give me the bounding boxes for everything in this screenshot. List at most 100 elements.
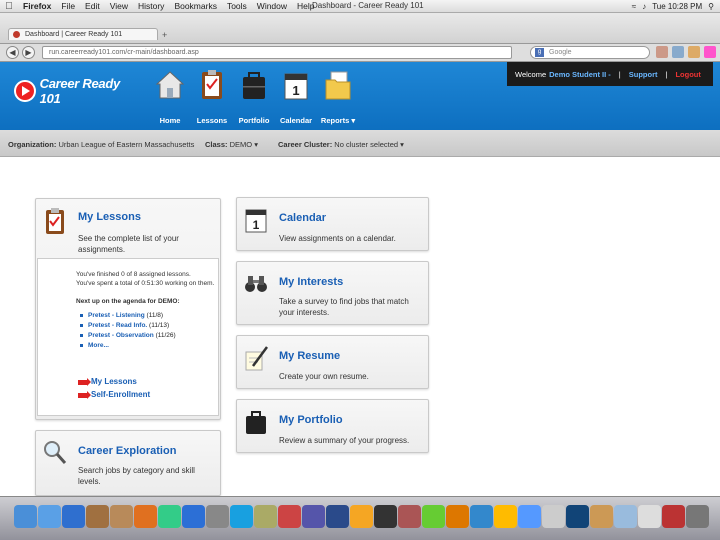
dock-app-icon[interactable]: [302, 505, 325, 528]
card-desc: Review a summary of your progress.: [279, 436, 410, 445]
dock-app-icon[interactable]: [518, 505, 541, 528]
dock-app-icon[interactable]: [182, 505, 205, 528]
forward-icon[interactable]: ▶: [22, 46, 35, 59]
bullet-icon: [80, 323, 83, 327]
menu-edit[interactable]: Edit: [80, 1, 105, 11]
class-select[interactable]: DEMO ▾: [230, 140, 258, 149]
menu-tools[interactable]: Tools: [222, 1, 252, 11]
clock[interactable]: Tue 10:28 PM: [652, 2, 702, 11]
tab-title: Dashboard | Career Ready 101: [25, 31, 123, 38]
agenda-item[interactable]: Pretest - Read Info. (11/13): [80, 321, 176, 331]
dock-app-icon[interactable]: [350, 505, 373, 528]
volume-icon[interactable]: ♪: [642, 2, 646, 11]
dock-app-icon[interactable]: [158, 505, 181, 528]
cluster-select[interactable]: No cluster selected ▾: [334, 140, 404, 149]
menu-file[interactable]: File: [56, 1, 80, 11]
self-enrollment-link[interactable]: Self-Enrollment: [78, 390, 150, 399]
menu-app[interactable]: Firefox: [18, 1, 56, 11]
dock-app-icon[interactable]: [686, 505, 709, 528]
agenda-date: (11/8): [146, 312, 164, 319]
nav-portfolio[interactable]: Portfolio: [232, 68, 276, 125]
dock-app-icon[interactable]: [278, 505, 301, 528]
card-title[interactable]: Career Exploration: [78, 445, 176, 457]
nav-reports[interactable]: Reports ▾: [316, 68, 360, 125]
card-title[interactable]: My Interests: [279, 276, 343, 288]
agenda-link[interactable]: Pretest - Observation: [88, 332, 154, 339]
dock-icons: [14, 505, 709, 528]
dock-app-icon[interactable]: [254, 505, 277, 528]
card-title[interactable]: My Resume: [279, 350, 340, 362]
dock-app-icon[interactable]: [110, 505, 133, 528]
welcome-bar: Welcome Demo Student II - | Support | Lo…: [507, 62, 713, 86]
card-title[interactable]: Calendar: [279, 212, 326, 224]
dock-app-icon[interactable]: [422, 505, 445, 528]
my-lessons-link-label: My Lessons: [91, 377, 137, 386]
dock-app-icon[interactable]: [398, 505, 421, 528]
agenda-list: Pretest - Listening (11/8) Pretest - Rea…: [80, 311, 176, 351]
dock-app-icon[interactable]: [494, 505, 517, 528]
agenda-link[interactable]: Pretest - Listening: [88, 312, 145, 319]
card-desc: See the complete list of your assignment…: [78, 234, 179, 254]
class-group[interactable]: Class: DEMO ▾: [205, 140, 258, 149]
dock-app-icon[interactable]: [542, 505, 565, 528]
welcome-label: Welcome: [515, 69, 547, 79]
card-desc: Take a survey to find jobs that match yo…: [279, 297, 409, 317]
briefcase-icon: [246, 411, 266, 434]
wifi-icon[interactable]: ≈: [632, 2, 636, 11]
dock-app-icon[interactable]: [662, 505, 685, 528]
menu-window[interactable]: Window: [252, 1, 292, 11]
agenda-item[interactable]: More...: [80, 341, 176, 351]
addon-icon[interactable]: [704, 46, 716, 58]
support-link[interactable]: Support: [629, 70, 658, 79]
agenda-item[interactable]: Pretest - Observation (11/26): [80, 331, 176, 341]
dock-app-icon[interactable]: [374, 505, 397, 528]
dock-app-icon[interactable]: [38, 505, 61, 528]
nav-lessons[interactable]: Lessons: [190, 68, 234, 125]
dock-app-icon[interactable]: [326, 505, 349, 528]
nav-home[interactable]: Home: [148, 68, 192, 125]
clipboard-icon: [46, 208, 64, 234]
menu-bookmarks[interactable]: Bookmarks: [169, 1, 222, 11]
dock-app-icon[interactable]: [590, 505, 613, 528]
nav-calendar[interactable]: 1 Calendar: [274, 68, 318, 125]
addon-icon[interactable]: [688, 46, 700, 58]
card-title[interactable]: My Lessons: [78, 211, 141, 223]
addon-icon[interactable]: [672, 46, 684, 58]
spotlight-icon[interactable]: ⚲: [708, 2, 714, 11]
dock-app-icon[interactable]: [14, 505, 37, 528]
dock-app-icon[interactable]: [470, 505, 493, 528]
dock-app-icon[interactable]: [86, 505, 109, 528]
dock-app-icon[interactable]: [230, 505, 253, 528]
agenda-item[interactable]: Pretest - Listening (11/8): [80, 311, 176, 321]
dock-app-icon[interactable]: [62, 505, 85, 528]
dock-app-icon[interactable]: [206, 505, 229, 528]
window-title: Dashboard - Career Ready 101: [312, 1, 424, 10]
my-lessons-link[interactable]: My Lessons: [78, 377, 137, 386]
url-bar[interactable]: run.careerready101.com/cr-main/dashboard…: [42, 46, 512, 59]
cluster-group[interactable]: Career Cluster: No cluster selected ▾: [278, 140, 404, 149]
menu-view[interactable]: View: [105, 1, 133, 11]
apple-icon[interactable]: : [0, 1, 18, 12]
back-icon[interactable]: ◀: [6, 46, 19, 59]
user-name[interactable]: Demo Student II -: [549, 70, 611, 79]
agenda-link[interactable]: Pretest - Read Info.: [88, 322, 147, 329]
dock-app-icon[interactable]: [134, 505, 157, 528]
dock-app-icon[interactable]: [566, 505, 589, 528]
org-label: Organization:: [8, 140, 57, 149]
briefcase-icon: [243, 72, 265, 99]
site-logo[interactable]: Career Ready 101: [14, 76, 142, 106]
new-tab-icon[interactable]: +: [162, 30, 167, 40]
card-title[interactable]: My Portfolio: [279, 414, 343, 426]
bullet-icon: [80, 343, 83, 347]
dock-app-icon[interactable]: [614, 505, 637, 528]
addon-icon[interactable]: [656, 46, 668, 58]
dock-app-icon[interactable]: [446, 505, 469, 528]
search-placeholder: Google: [549, 49, 572, 56]
menu-history[interactable]: History: [133, 1, 169, 11]
logout-link[interactable]: Logout: [675, 70, 700, 79]
agenda-more-link[interactable]: More...: [88, 342, 109, 349]
dock-app-icon[interactable]: [638, 505, 661, 528]
search-input[interactable]: g Google: [530, 46, 650, 59]
card-career-exploration: Career Exploration Search jobs by catego…: [35, 430, 221, 496]
browser-tab[interactable]: Dashboard | Career Ready 101: [8, 28, 158, 40]
